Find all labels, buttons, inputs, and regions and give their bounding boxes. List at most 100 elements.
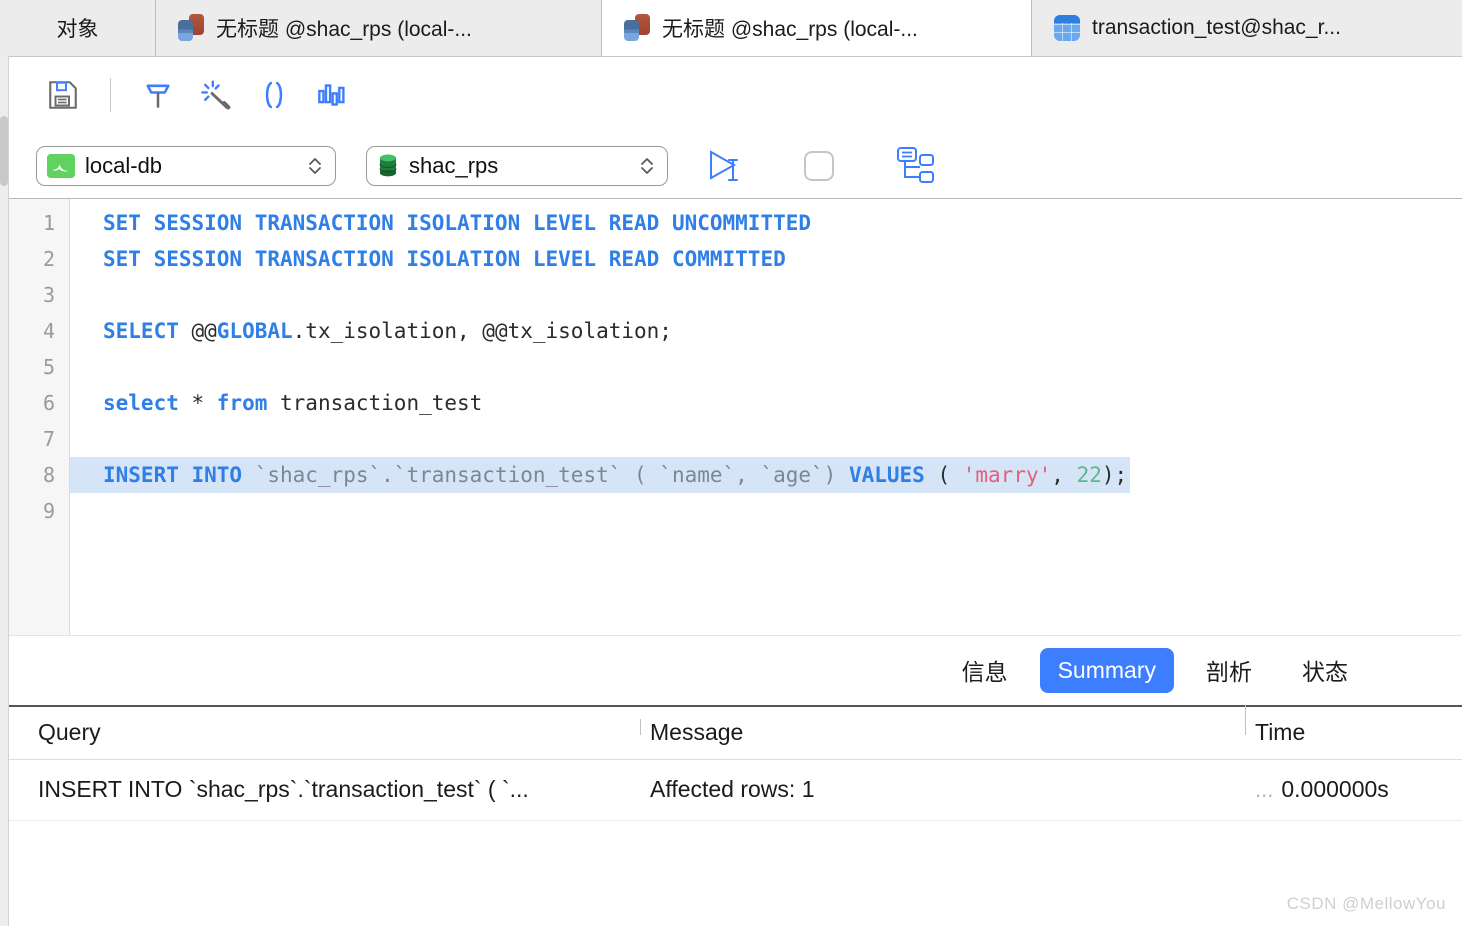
code-keyword: SELECT <box>103 319 179 343</box>
build-button[interactable] <box>129 66 187 124</box>
vertical-scrollbar-thumb[interactable] <box>0 116 8 186</box>
sql-code-area[interactable]: SET SESSION TRANSACTION ISOLATION LEVEL … <box>70 199 1462 635</box>
truncation-ellipsis: ... <box>1255 776 1274 802</box>
code-text: .tx_isolation, @@tx_isolation; <box>292 319 672 343</box>
toolbar-separator <box>110 78 111 112</box>
code-text: @@ <box>178 319 217 343</box>
tab-objects[interactable]: 对象 <box>0 0 156 56</box>
line-number: 8 <box>42 463 55 487</box>
code-line-7[interactable] <box>70 421 1462 457</box>
code-text: ); <box>1101 463 1128 487</box>
query-document-icon <box>178 14 204 42</box>
bar-chart-icon <box>318 84 345 106</box>
mysql-dolphin-icon <box>47 153 75 178</box>
beautify-button[interactable] <box>187 66 245 124</box>
column-header-time-label: Time <box>1255 719 1306 745</box>
column-divider[interactable] <box>1245 705 1246 735</box>
code-text: transaction_test <box>267 391 483 415</box>
stop-icon <box>804 150 834 181</box>
editor-toolbar <box>0 57 1462 133</box>
server-select[interactable]: local-db <box>36 145 336 186</box>
code-keyword: GLOBAL <box>216 319 293 343</box>
table-icon <box>1054 15 1080 41</box>
tab-untitled-query-1-label: 无标题 @shac_rps (local-... <box>216 18 472 41</box>
cell-query[interactable]: INSERT INTO `shac_rps`.`transaction_test… <box>0 776 640 803</box>
code-line-4[interactable]: SELECT @@GLOBAL.tx_isolation, @@tx_isola… <box>70 313 1462 349</box>
database-select-value: shac_rps <box>409 152 499 178</box>
column-header-message[interactable]: Message <box>640 719 1245 746</box>
connection-bar: local-db shac_rps <box>0 133 1462 199</box>
code-line-3[interactable] <box>70 277 1462 313</box>
code-line-5[interactable] <box>70 349 1462 385</box>
tab-transaction-test[interactable]: transaction_test@shac_r... <box>1032 0 1462 56</box>
code-keyword: SET SESSION TRANSACTION ISOLATION LEVEL … <box>103 211 812 235</box>
tab-untitled-query-2[interactable]: 无标题 @shac_rps (local-... <box>602 0 1032 56</box>
code-keyword: SET SESSION TRANSACTION ISOLATION LEVEL … <box>103 247 786 271</box>
line-number: 9 <box>42 499 55 523</box>
column-header-time[interactable]: Time <box>1245 705 1462 746</box>
result-tab-profile[interactable]: 剖析 <box>1188 644 1270 696</box>
column-header-message-label: Message <box>650 719 744 745</box>
chevron-updown-icon <box>303 152 327 180</box>
code-number: 22 <box>1076 463 1102 487</box>
result-empty-area <box>0 820 1462 926</box>
line-number: 3 <box>42 283 55 307</box>
hierarchy-icon <box>897 146 934 183</box>
code-line-6[interactable]: select * from transaction_test <box>70 385 1462 421</box>
hammer-icon <box>146 84 170 108</box>
left-edge-strip <box>0 56 9 926</box>
explain-plan-button[interactable] <box>303 66 361 124</box>
sql-editor[interactable]: 1 2 3 4 5 6 7 8 9 SET SESSION TRANSACTIO… <box>0 199 1462 635</box>
code-line-2[interactable]: SET SESSION TRANSACTION ISOLATION LEVEL … <box>70 241 1462 277</box>
code-line-8[interactable]: INSERT INTO `shac_rps`.`transaction_test… <box>70 457 1131 493</box>
tab-untitled-query-1[interactable]: 无标题 @shac_rps (local-... <box>156 0 602 56</box>
watermark: CSDN @MellowYou <box>1286 894 1446 913</box>
result-summary-table: Query Message Time INSERT INTO `shac_rps… <box>0 705 1462 821</box>
result-tab-status[interactable]: 状态 <box>1284 644 1366 696</box>
query-document-icon <box>624 14 650 42</box>
column-divider[interactable] <box>640 719 641 735</box>
tab-transaction-test-label: transaction_test@shac_r... <box>1092 16 1341 39</box>
line-number: 5 <box>42 355 55 379</box>
line-number: 1 <box>42 211 55 235</box>
result-tab-summary[interactable]: Summary <box>1039 647 1174 693</box>
execute-statement-button[interactable] <box>702 144 750 188</box>
dbeaver-sql-editor-window: 对象 无标题 @shac_rps (local-... 无标题 @shac_rp… <box>0 0 1462 926</box>
code-text: , <box>1051 463 1077 487</box>
line-number: 4 <box>42 319 55 343</box>
code-line-9[interactable] <box>70 493 1462 529</box>
code-keyword: INSERT INTO <box>103 463 243 487</box>
tab-objects-label: 对象 <box>56 18 99 41</box>
code-identifier: `shac_rps`.`transaction_test` <box>242 463 622 487</box>
save-icon <box>49 81 77 109</box>
code-keyword: VALUES <box>848 463 925 487</box>
execution-plan-button[interactable] <box>892 145 936 187</box>
database-select[interactable]: shac_rps <box>366 145 668 186</box>
result-tab-bar: 信息 Summary 剖析 状态 <box>0 634 1462 707</box>
cell-time-text: 0.000000s <box>1281 776 1389 802</box>
table-header-row: Query Message Time <box>0 705 1462 760</box>
code-text: * <box>178 391 217 415</box>
code-keyword: from <box>216 391 268 415</box>
stop-button[interactable] <box>802 149 836 183</box>
code-line-8-row: INSERT INTO `shac_rps`.`transaction_test… <box>70 457 1462 493</box>
magic-wand-icon <box>201 80 231 110</box>
code-line-1[interactable]: SET SESSION TRANSACTION ISOLATION LEVEL … <box>70 205 1462 241</box>
line-number: 7 <box>42 427 55 451</box>
cell-message-text: Affected rows: 1 <box>650 776 815 802</box>
database-icon <box>377 153 399 179</box>
cell-time[interactable]: ... 0.000000s <box>1245 776 1462 803</box>
cell-message[interactable]: Affected rows: 1 <box>640 776 1245 803</box>
editor-tab-bar: 对象 无标题 @shac_rps (local-... 无标题 @shac_rp… <box>0 0 1462 57</box>
line-number: 6 <box>42 391 55 415</box>
parentheses-button[interactable] <box>245 66 303 124</box>
parentheses-icon <box>265 81 283 109</box>
save-button[interactable] <box>34 66 92 124</box>
result-tab-info[interactable]: 信息 <box>944 644 1026 696</box>
code-identifier: ( `name`, `age`) <box>621 463 849 487</box>
server-select-value: local-db <box>85 152 163 178</box>
code-string: 'marry' <box>962 463 1052 487</box>
tab-untitled-query-2-label: 无标题 @shac_rps (local-... <box>662 18 918 41</box>
table-row[interactable]: INSERT INTO `shac_rps`.`transaction_test… <box>0 760 1462 821</box>
column-header-query[interactable]: Query <box>0 719 640 746</box>
